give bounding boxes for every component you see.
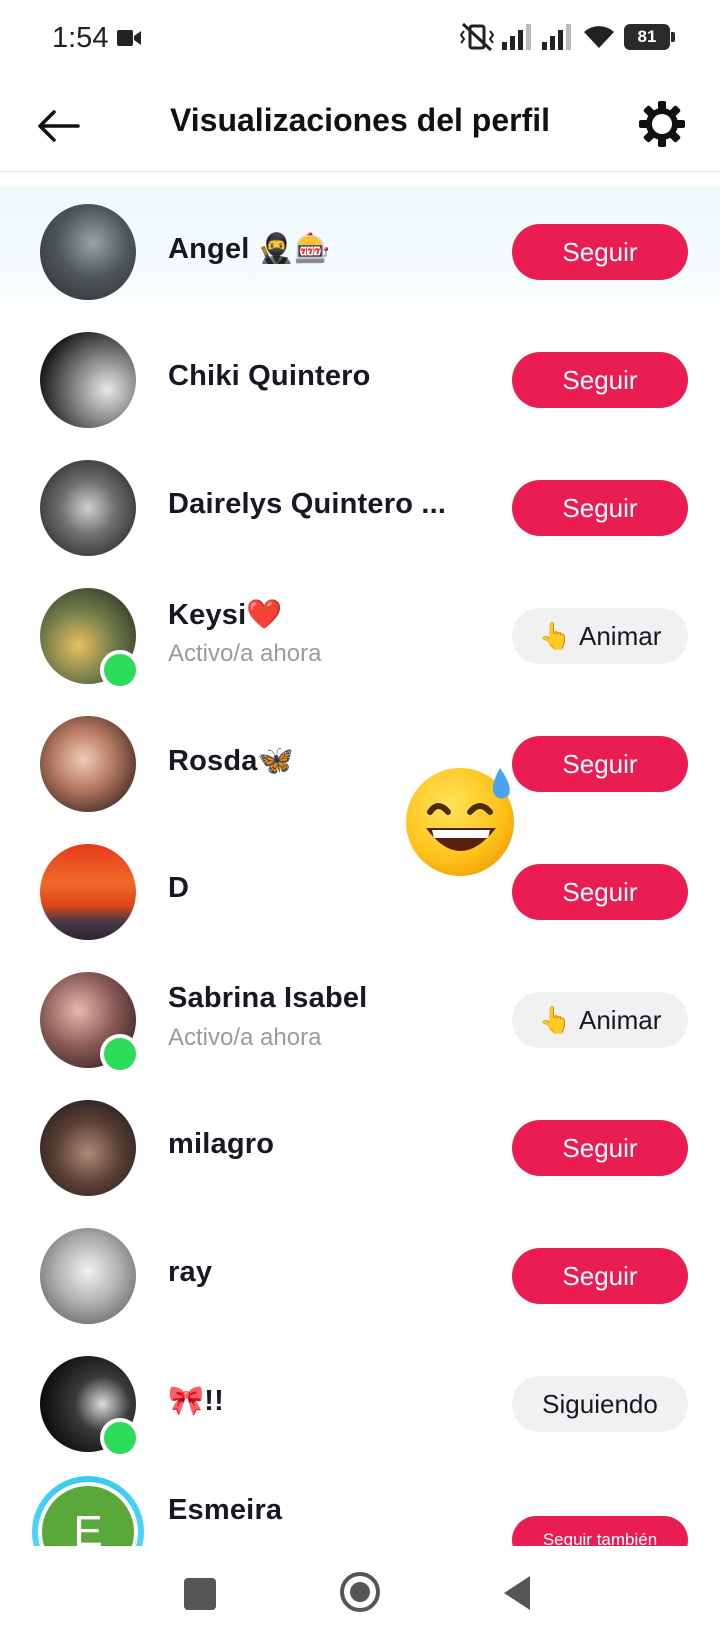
avatar[interactable]: [40, 716, 136, 812]
avatar[interactable]: [40, 844, 136, 940]
user-name[interactable]: Rosda🦋: [168, 744, 294, 778]
grinning-sweat-emoji: [406, 768, 514, 876]
header: Visualizaciones del perfil: [0, 80, 720, 172]
avatar[interactable]: [40, 1100, 136, 1196]
user-name[interactable]: Keysi❤️: [168, 598, 283, 632]
user-name[interactable]: Chiki Quintero: [168, 360, 371, 393]
cheer-button[interactable]: 👆 Animar: [512, 992, 688, 1048]
online-status-dot: [100, 650, 140, 690]
following-button[interactable]: Siguiendo: [512, 1376, 688, 1432]
follow-button[interactable]: Seguir: [512, 352, 688, 408]
status-time: 1:54: [52, 22, 109, 54]
avatar[interactable]: [40, 204, 136, 300]
user-name[interactable]: Sabrina Isabel: [168, 982, 367, 1015]
list-item[interactable]: milagro Seguir: [0, 1082, 720, 1210]
list-item[interactable]: Dairelys Quintero ... Seguir: [0, 442, 720, 570]
status-icons: 81: [460, 22, 675, 52]
avatar[interactable]: [40, 460, 136, 556]
follow-button[interactable]: Seguir: [512, 864, 688, 920]
home-icon[interactable]: [340, 1572, 380, 1612]
list-item[interactable]: Angel 🥷🎰 Seguir: [0, 186, 720, 314]
settings-button[interactable]: [634, 96, 690, 152]
activity-status: Activo/a ahora: [168, 1024, 322, 1051]
page-title: Visualizaciones del perfil: [170, 102, 550, 138]
list-item[interactable]: Chiki Quintero Seguir: [0, 314, 720, 442]
user-name[interactable]: Angel 🥷🎰: [168, 232, 330, 266]
avatar[interactable]: [40, 1228, 136, 1324]
list-item[interactable]: Keysi❤️ Activo/a ahora 👆 Animar: [0, 570, 720, 698]
follow-button[interactable]: Seguir: [512, 480, 688, 536]
follow-button[interactable]: Seguir: [512, 1248, 688, 1304]
follow-button[interactable]: Seguir: [512, 224, 688, 280]
follow-back-button[interactable]: Seguir también: [512, 1516, 688, 1546]
list-item[interactable]: Sabrina Isabel Activo/a ahora 👆 Animar: [0, 954, 720, 1082]
battery-icon: 81: [624, 24, 675, 50]
signal-icon: [502, 24, 531, 50]
user-name[interactable]: 🎀!!: [168, 1384, 224, 1418]
user-name[interactable]: Dairelys Quintero ...: [168, 488, 446, 521]
user-name[interactable]: D: [168, 872, 189, 905]
battery-level: 81: [637, 27, 657, 46]
viewer-list[interactable]: Angel 🥷🎰 Seguir Chiki Quintero Seguir Da…: [0, 186, 720, 1546]
pointing-hand-icon: 👆: [538, 1004, 571, 1035]
user-name[interactable]: Esmeira: [168, 1494, 282, 1527]
pointing-hand-icon: 👆: [538, 620, 571, 651]
follow-button[interactable]: Seguir: [512, 1120, 688, 1176]
user-name[interactable]: ray: [168, 1256, 212, 1289]
list-item[interactable]: E Esmeira Seguir también: [0, 1466, 720, 1546]
video-camera-icon: [117, 30, 141, 46]
wifi-icon: [584, 26, 614, 48]
cheer-button[interactable]: 👆 Animar: [512, 608, 688, 664]
avatar[interactable]: [40, 332, 136, 428]
system-nav-bar: [0, 1546, 720, 1640]
user-name[interactable]: milagro: [168, 1128, 274, 1161]
gear-icon: [639, 101, 685, 147]
online-status-dot: [100, 1034, 140, 1074]
list-item[interactable]: D Seguir: [0, 826, 720, 954]
follow-button[interactable]: Seguir: [512, 736, 688, 792]
back-icon[interactable]: [504, 1576, 530, 1610]
recent-apps-icon[interactable]: [184, 1578, 216, 1610]
status-bar: 1:54 81: [0, 0, 720, 80]
vibrate-icon: [460, 22, 494, 52]
activity-status: Activo/a ahora: [168, 640, 322, 667]
signal-icon: [542, 24, 571, 50]
online-status-dot: [100, 1418, 140, 1458]
list-item[interactable]: ray Seguir: [0, 1210, 720, 1338]
list-item[interactable]: 🎀!! Siguiendo: [0, 1338, 720, 1466]
list-item[interactable]: Rosda🦋 Seguir: [0, 698, 720, 826]
